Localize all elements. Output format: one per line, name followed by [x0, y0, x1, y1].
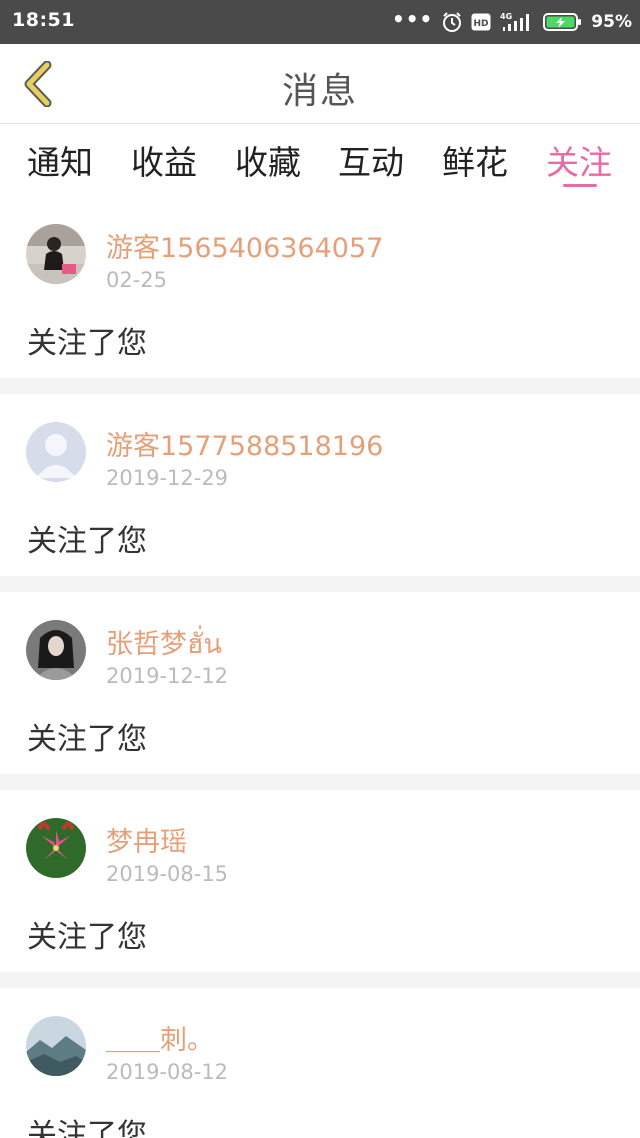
message: 关注了您 [27, 524, 147, 559]
date: 2019-12-12 [106, 664, 229, 688]
signal-4g-icon: 4G [500, 12, 530, 31]
date: 2019-08-12 [106, 1060, 229, 1084]
notification-dots-icon: ••• [391, 7, 434, 31]
date: 02-25 [106, 268, 168, 292]
list-item[interactable]: ＿＿刺。 2019-08-12 关注了您 [0, 988, 640, 1138]
avatar[interactable] [26, 224, 86, 284]
divider [0, 972, 640, 988]
page-title: 消息 [281, 71, 358, 112]
list-item[interactable]: 张哲梦ฮั่น 2019-12-12 关注了您 [0, 592, 640, 774]
username[interactable]: 梦冉瑶 [106, 820, 187, 859]
divider [0, 576, 640, 592]
status-time: 18:51 [12, 9, 75, 31]
battery-percent: 95% [591, 12, 632, 32]
svg-text:HD: HD [474, 19, 489, 29]
divider [0, 774, 640, 790]
tab-follow[interactable]: 关注 [534, 136, 624, 184]
username[interactable]: 游客1565406364057 [106, 226, 383, 265]
list-item[interactable]: 游客1577588518196 2019-12-29 关注了您 [0, 394, 640, 576]
status-bar: 18:51 ••• HD 4G 95% [0, 0, 640, 44]
date: 2019-08-15 [106, 862, 229, 886]
divider [0, 378, 640, 394]
hd-icon: HD [471, 13, 491, 31]
tab-flowers[interactable]: 鲜花 [430, 136, 520, 184]
message: 关注了您 [27, 722, 147, 757]
avatar[interactable] [26, 620, 86, 680]
date: 2019-12-29 [106, 466, 229, 490]
list-item[interactable]: 游客1565406364057 02-25 关注了您 [0, 196, 640, 378]
tab-interaction[interactable]: 互动 [326, 136, 416, 184]
list-item[interactable]: 梦冉瑶 2019-08-15 关注了您 [0, 790, 640, 972]
message: 关注了您 [27, 326, 147, 361]
svg-text:4G: 4G [500, 12, 512, 21]
avatar[interactable] [26, 422, 86, 482]
active-tab-indicator [563, 184, 597, 187]
username[interactable]: 张哲梦ฮั่น [106, 622, 222, 665]
tab-earnings[interactable]: 收益 [119, 136, 209, 184]
status-icons: ••• HD 4G 95% [392, 8, 632, 36]
tab-bar: 通知 收益 收藏 互动 鲜花 关注 [0, 124, 640, 196]
battery-charging-icon [543, 13, 582, 31]
alarm-icon [443, 12, 462, 32]
avatar[interactable] [26, 1016, 86, 1076]
username[interactable]: ＿＿刺。 [106, 1018, 214, 1057]
message: 关注了您 [27, 1118, 147, 1138]
tab-notify[interactable]: 通知 [15, 136, 105, 184]
username[interactable]: 游客1577588518196 [106, 424, 383, 463]
message: 关注了您 [27, 920, 147, 955]
header: 消息 [0, 44, 640, 124]
tab-favorites[interactable]: 收藏 [223, 136, 313, 184]
avatar[interactable] [26, 818, 86, 878]
